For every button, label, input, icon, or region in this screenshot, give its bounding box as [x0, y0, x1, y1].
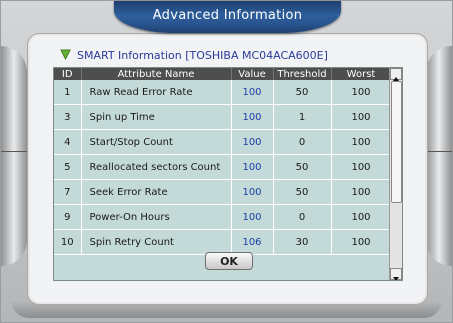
smart-attributes-table: ID Attribute Name Value Threshold Worst …: [53, 67, 403, 281]
table-row[interactable]: 1 Raw Read Error Rate 100 50 100: [54, 80, 392, 105]
column-header-worst[interactable]: Worst: [331, 68, 392, 80]
cell-attribute-name: Raw Read Error Rate: [81, 80, 232, 105]
scroll-up-button[interactable]: [390, 68, 402, 81]
table-header-row: ID Attribute Name Value Threshold Worst: [54, 68, 392, 80]
cell-value: 100: [231, 154, 274, 180]
window-title: Advanced Information: [114, 1, 341, 33]
table-row[interactable]: 5 Reallocated sectors Count 100 50 100: [54, 154, 392, 180]
column-header-attribute-name[interactable]: Attribute Name: [81, 68, 232, 80]
smart-info-title: SMART Information [TOSHIBA MC04ACA600E]: [60, 49, 328, 62]
cell-threshold: 50: [273, 179, 332, 205]
green-triangle-icon: [60, 49, 71, 60]
column-header-threshold[interactable]: Threshold: [273, 68, 332, 80]
cell-id: 3: [54, 104, 82, 130]
cell-worst: 100: [331, 179, 392, 205]
table-row[interactable]: 9 Power-On Hours 100 0 100: [54, 204, 392, 230]
vertical-scrollbar[interactable]: [389, 68, 402, 280]
cell-value: 100: [231, 104, 274, 130]
column-header-id[interactable]: ID: [54, 68, 82, 80]
scroll-down-button[interactable]: [390, 268, 402, 280]
table-row[interactable]: 7 Seek Error Rate 100 50 100: [54, 179, 392, 205]
cell-id: 5: [54, 154, 82, 180]
table-row[interactable]: 3 Spin up Time 100 1 100: [54, 104, 392, 130]
cell-threshold: 1: [273, 104, 332, 130]
right-bumper: [426, 46, 452, 266]
table-row[interactable]: 10 Spin Retry Count 106 30 100: [54, 229, 392, 255]
cell-attribute-name: Spin up Time: [81, 104, 232, 130]
cell-id: 9: [54, 204, 82, 230]
content-panel: SMART Information [TOSHIBA MC04ACA600E] …: [27, 33, 428, 305]
cell-worst: 100: [331, 204, 392, 230]
scroll-thumb[interactable]: [391, 81, 402, 203]
cell-worst: 100: [331, 80, 392, 105]
cell-attribute-name: Spin Retry Count: [81, 229, 232, 255]
cell-threshold: 30: [273, 229, 332, 255]
cell-id: 4: [54, 129, 82, 155]
cell-threshold: 50: [273, 80, 332, 105]
ok-button[interactable]: OK: [205, 252, 253, 270]
smart-info-title-text: SMART Information [TOSHIBA MC04ACA600E]: [77, 49, 328, 62]
table-row[interactable]: 4 Start/Stop Count 100 0 100: [54, 129, 392, 155]
left-bumper: [1, 46, 27, 266]
cell-worst: 100: [331, 229, 392, 255]
cell-attribute-name: Seek Error Rate: [81, 179, 232, 205]
cell-worst: 100: [331, 129, 392, 155]
cell-value: 100: [231, 129, 274, 155]
cell-id: 7: [54, 179, 82, 205]
cell-id: 1: [54, 80, 82, 105]
cell-attribute-name: Start/Stop Count: [81, 129, 232, 155]
cell-value: 100: [231, 179, 274, 205]
dialog-frame: SMART Information [TOSHIBA MC04ACA600E] …: [0, 0, 453, 323]
cell-worst: 100: [331, 154, 392, 180]
cell-threshold: 0: [273, 204, 332, 230]
cell-attribute-name: Power-On Hours: [81, 204, 232, 230]
arrow-down-icon: [393, 277, 399, 280]
cell-value: 100: [231, 80, 274, 105]
cell-threshold: 0: [273, 129, 332, 155]
cell-id: 10: [54, 229, 82, 255]
column-header-value[interactable]: Value: [231, 68, 274, 80]
cell-threshold: 50: [273, 154, 332, 180]
cell-worst: 100: [331, 104, 392, 130]
cell-value: 106: [231, 229, 274, 255]
cell-value: 100: [231, 204, 274, 230]
cell-attribute-name: Reallocated sectors Count: [81, 154, 232, 180]
